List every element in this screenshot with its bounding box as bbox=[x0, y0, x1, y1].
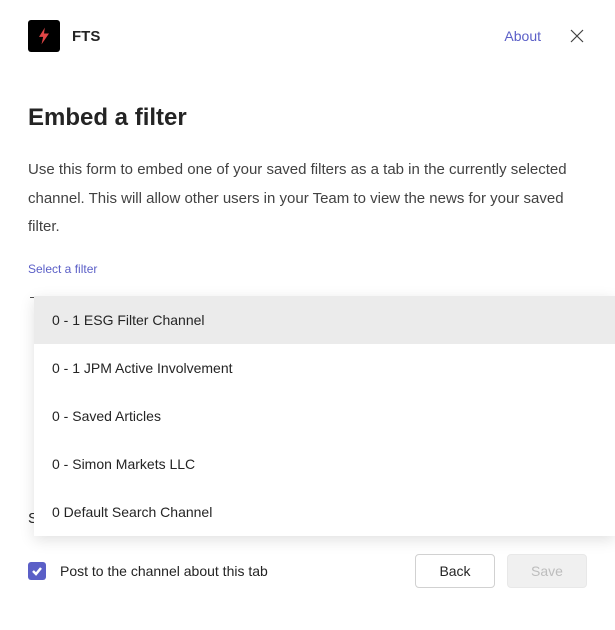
about-link[interactable]: About bbox=[504, 28, 541, 44]
app-logo bbox=[28, 20, 60, 52]
filter-option[interactable]: 0 - 1 ESG Filter Channel bbox=[34, 296, 615, 344]
post-checkbox[interactable] bbox=[28, 562, 46, 580]
checkmark-icon bbox=[31, 565, 43, 577]
dialog-content: Embed a filter Use this form to embed on… bbox=[0, 64, 615, 308]
dialog-header: FTS About bbox=[0, 0, 615, 64]
filter-option[interactable]: 0 Default Search Channel bbox=[34, 488, 615, 536]
filter-dropdown-panel: 0 - 1 ESG Filter Channel 0 - 1 JPM Activ… bbox=[34, 296, 615, 536]
back-button[interactable]: Back bbox=[415, 554, 495, 588]
post-checkbox-wrapper[interactable]: Post to the channel about this tab bbox=[28, 562, 403, 580]
save-button: Save bbox=[507, 554, 587, 588]
filter-field-label: Select a filter bbox=[28, 262, 587, 276]
description-text: Use this form to embed one of your saved… bbox=[28, 156, 587, 242]
lightning-icon bbox=[34, 26, 54, 46]
app-title: FTS bbox=[72, 28, 492, 45]
page-title: Embed a filter bbox=[28, 104, 587, 132]
dialog-footer: Post to the channel about this tab Back … bbox=[0, 554, 615, 588]
filter-option[interactable]: 0 - Simon Markets LLC bbox=[34, 440, 615, 488]
post-checkbox-label: Post to the channel about this tab bbox=[60, 563, 268, 579]
filter-option[interactable]: 0 - 1 JPM Active Involvement bbox=[34, 344, 615, 392]
close-icon bbox=[569, 28, 585, 44]
close-button[interactable] bbox=[563, 22, 591, 50]
filter-option[interactable]: 0 - Saved Articles bbox=[34, 392, 615, 440]
